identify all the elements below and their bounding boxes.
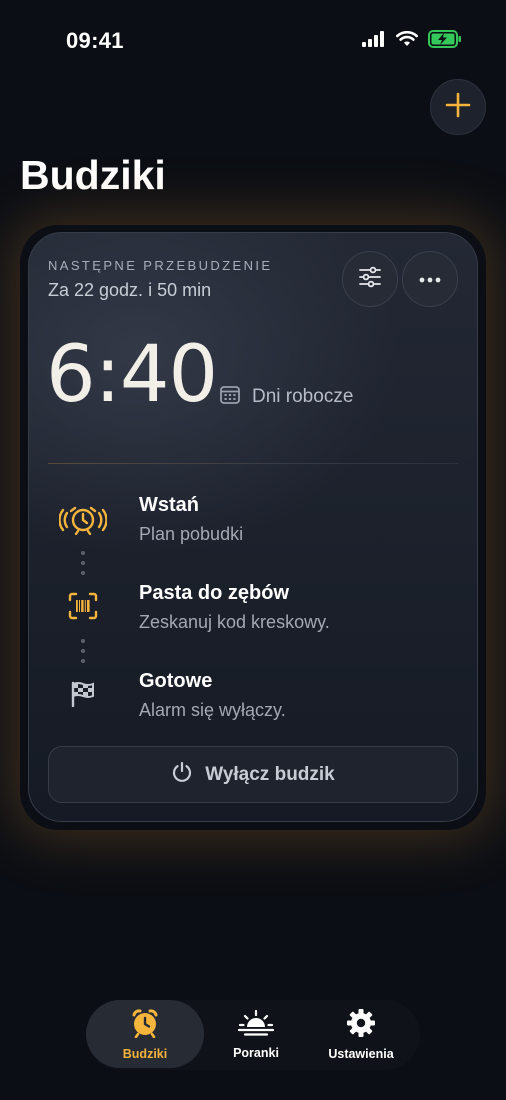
- wifi-icon: [396, 31, 418, 52]
- barcode-scan-icon: [59, 582, 107, 630]
- step-subtitle: Zeskanuj kod kreskowy.: [139, 612, 330, 632]
- page-title: Budziki: [20, 152, 166, 198]
- sliders-icon: [358, 266, 382, 293]
- calendar-icon: [220, 385, 240, 409]
- disable-alarm-button[interactable]: Wyłącz budzik: [48, 746, 458, 803]
- gear-icon: [346, 1008, 376, 1043]
- checkered-flag-icon: [59, 670, 107, 718]
- tab-label: Poranki: [233, 1045, 279, 1060]
- battery-charging-icon: [428, 30, 462, 53]
- step-connector: [81, 551, 85, 575]
- card-divider: [48, 463, 458, 464]
- step-subtitle: Alarm się wyłączy.: [139, 700, 286, 720]
- repeat-label: Dni robocze: [252, 386, 354, 407]
- tab-label: Budziki: [122, 1046, 168, 1061]
- step-title: Gotowe: [139, 670, 213, 692]
- alarm-time: 6:40: [46, 330, 218, 420]
- plus-icon: [445, 92, 471, 123]
- disable-alarm-label: Wyłącz budzik: [205, 763, 335, 785]
- tab-settings[interactable]: Ustawienia: [308, 1000, 414, 1068]
- power-icon: [171, 761, 193, 788]
- step-subtitle: Plan pobudki: [139, 524, 244, 544]
- repeat-schedule: Dni robocze: [220, 385, 353, 409]
- step-connector: [81, 639, 85, 663]
- ellipsis-icon: [419, 270, 441, 288]
- tab-mornings[interactable]: Poranki: [204, 1000, 308, 1068]
- sunrise-icon: [237, 1009, 275, 1042]
- status-icons: [362, 30, 462, 53]
- status-time: 09:41: [66, 28, 124, 53]
- step-title: Wstań: [139, 494, 199, 516]
- alarm-clock-icon: [130, 1008, 160, 1043]
- alarm-settings-button[interactable]: [342, 251, 398, 307]
- step-title: Pasta do zębów: [139, 582, 290, 604]
- next-wake-label: NASTĘPNE PRZEBUDZENIE: [48, 258, 273, 273]
- cellular-signal-icon: [362, 31, 386, 52]
- more-options-button[interactable]: [402, 251, 458, 307]
- alarm-ringing-icon: [59, 495, 107, 543]
- tab-alarms[interactable]: Budziki: [86, 1000, 204, 1068]
- tab-label: Ustawienia: [328, 1046, 394, 1061]
- next-wake-countdown: Za 22 godz. i 50 min: [48, 280, 212, 300]
- add-alarm-button[interactable]: [430, 79, 486, 135]
